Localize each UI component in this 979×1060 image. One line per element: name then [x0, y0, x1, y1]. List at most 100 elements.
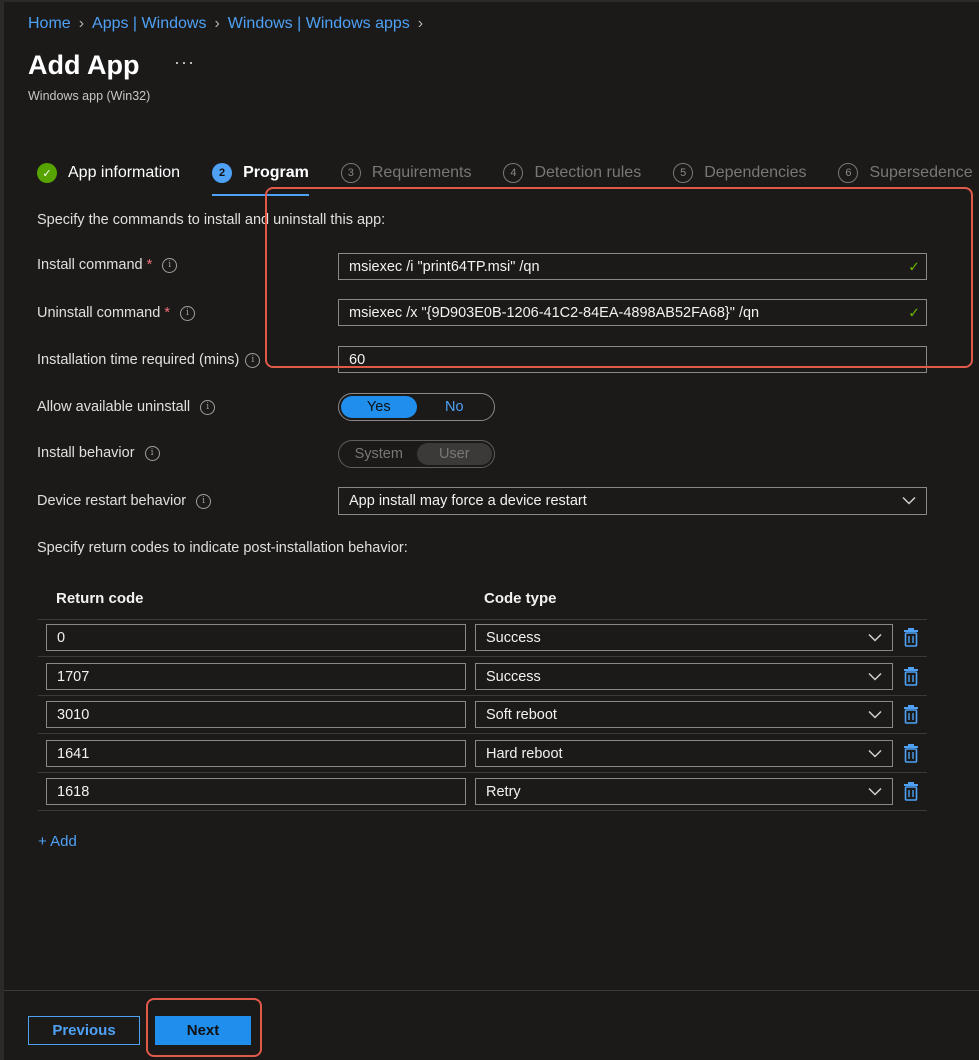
checkmark-icon: ✓	[37, 163, 57, 183]
step-requirements[interactable]: 3 Requirements	[340, 160, 472, 186]
dropdown-value: Retry	[486, 783, 521, 800]
dropdown-value: App install may force a device restart	[349, 493, 587, 509]
label-text: Uninstall command	[37, 305, 161, 321]
code-type-dropdown[interactable]: Success	[475, 624, 893, 651]
table-divider	[38, 619, 927, 620]
column-header-return-code: Return code	[56, 590, 144, 607]
row-divider	[38, 733, 927, 734]
return-codes-intro: Specify return codes to indicate post-in…	[37, 540, 408, 556]
trash-icon[interactable]	[903, 781, 919, 801]
label-text: Install behavior	[37, 445, 135, 461]
info-icon[interactable]: i	[162, 257, 178, 273]
breadcrumb-windows-apps[interactable]: Windows | Windows apps	[228, 15, 410, 33]
dropdown-value: Hard reboot	[486, 745, 563, 762]
toggle-no[interactable]: No	[417, 396, 493, 418]
step-number: 6	[838, 163, 859, 183]
step-label: Detection rules	[534, 164, 642, 181]
label-text: Installation time required (mins)	[37, 352, 240, 368]
step-dependencies[interactable]: 5 Dependencies	[673, 160, 806, 186]
page-title: Add App	[28, 50, 140, 80]
info-icon[interactable]: i	[200, 399, 216, 415]
previous-button[interactable]: Previous	[28, 1016, 140, 1045]
step-app-information[interactable]: ✓ App information	[37, 160, 180, 186]
highlight-box-commands	[265, 187, 973, 368]
step-label: Dependencies	[704, 164, 807, 181]
info-icon[interactable]: i	[144, 445, 160, 461]
step-label: App information	[68, 164, 181, 181]
trash-icon[interactable]	[903, 627, 919, 647]
label-text: Install command	[37, 257, 143, 273]
add-return-code-button[interactable]: + Add	[38, 833, 77, 850]
step-supersedence[interactable]: 6 Supersedence	[838, 160, 973, 186]
label-text: Allow available uninstall	[37, 399, 191, 415]
wizard-steps: ✓ App information 2 Program 3 Requiremen…	[37, 160, 979, 196]
chevron-down-icon	[868, 672, 882, 681]
breadcrumb-home[interactable]: Home	[28, 15, 71, 33]
step-number: 2	[212, 163, 233, 183]
label-text: Device restart behavior	[37, 493, 187, 509]
input-value: 1707	[57, 668, 90, 685]
breadcrumb: Home › Apps | Windows › Windows | Window…	[28, 15, 431, 33]
info-icon[interactable]: i	[245, 352, 261, 368]
return-code-input[interactable]: 3010	[46, 701, 466, 728]
dropdown-value: Success	[486, 629, 541, 646]
toggle-user: User	[416, 443, 492, 465]
page-subtitle: Windows app (Win32)	[28, 89, 151, 103]
input-value: 3010	[57, 706, 90, 723]
allow-uninstall-label: Allow available uninstall i	[37, 399, 216, 415]
uninstall-command-label: Uninstall command * i	[37, 305, 195, 321]
more-options-icon[interactable]: ···	[174, 52, 195, 73]
return-code-input[interactable]: 1707	[46, 663, 466, 690]
input-value: 1641	[57, 745, 90, 762]
row-divider	[38, 656, 927, 657]
column-header-code-type: Code type	[484, 590, 557, 607]
step-label: Requirements	[371, 164, 472, 181]
trash-icon[interactable]	[903, 666, 919, 686]
chevron-right-icon: ›	[417, 15, 424, 32]
step-program[interactable]: 2 Program	[212, 160, 309, 196]
info-icon[interactable]: i	[179, 305, 195, 321]
highlight-box-next	[146, 998, 262, 1057]
step-label: Program	[243, 164, 309, 181]
dropdown-value: Success	[486, 668, 541, 685]
footer-divider	[4, 990, 979, 991]
toggle-yes[interactable]: Yes	[341, 396, 417, 418]
input-value: 1618	[57, 783, 90, 800]
install-behavior-toggle: System User	[338, 440, 495, 468]
step-number: 5	[673, 163, 694, 183]
install-command-label: Install command * i	[37, 257, 178, 273]
required-asterisk: *	[146, 257, 153, 273]
toggle-system: System	[354, 446, 403, 462]
code-type-dropdown[interactable]: Success	[475, 663, 893, 690]
code-type-dropdown[interactable]: Hard reboot	[475, 740, 893, 767]
code-type-dropdown[interactable]: Retry	[475, 778, 893, 805]
info-icon[interactable]: i	[196, 493, 212, 509]
chevron-down-icon	[868, 787, 882, 796]
row-divider	[38, 810, 927, 811]
code-type-dropdown[interactable]: Soft reboot	[475, 701, 893, 728]
allow-uninstall-toggle[interactable]: Yes No	[338, 393, 495, 421]
breadcrumb-apps-windows[interactable]: Apps | Windows	[92, 15, 206, 33]
chevron-down-icon	[868, 633, 882, 642]
restart-behavior-dropdown[interactable]: App install may force a device restart	[338, 487, 927, 515]
window-frame-top	[0, 0, 979, 2]
step-number: 4	[503, 163, 524, 183]
return-code-input[interactable]: 1618	[46, 778, 466, 805]
row-divider	[38, 772, 927, 773]
input-value: 0	[57, 629, 66, 646]
row-divider	[38, 695, 927, 696]
chevron-down-icon	[868, 710, 882, 719]
return-code-input[interactable]: 1641	[46, 740, 466, 767]
step-number: 3	[340, 163, 361, 183]
trash-icon[interactable]	[903, 704, 919, 724]
step-label: Supersedence	[869, 164, 973, 181]
restart-behavior-label: Device restart behavior i	[37, 493, 212, 509]
trash-icon[interactable]	[903, 743, 919, 763]
chevron-right-icon: ›	[78, 15, 85, 32]
step-detection-rules[interactable]: 4 Detection rules	[503, 160, 641, 186]
install-behavior-label: Install behavior i	[37, 445, 160, 461]
window-frame-left	[0, 0, 4, 1060]
return-code-input[interactable]: 0	[46, 624, 466, 651]
dropdown-value: Soft reboot	[486, 706, 557, 723]
required-asterisk: *	[164, 305, 170, 321]
